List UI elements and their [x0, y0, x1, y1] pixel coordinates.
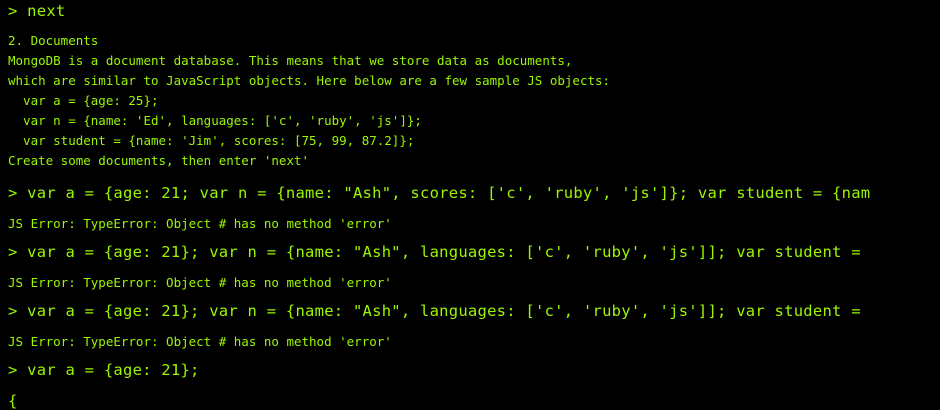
code-sample: var a = {age: 25};	[8, 93, 159, 108]
output-text: MongoDB is a document database. This mea…	[8, 53, 573, 68]
output-heading: 2. Documents	[8, 33, 99, 48]
command-line: > var a = {age: 21}; var n = {name: "Ash…	[8, 302, 861, 320]
error-message: JS Error: TypeError: Object # has no met…	[8, 334, 392, 349]
code-sample: var student = {name: 'Jim', scores: [75,…	[8, 133, 415, 148]
output-text: {	[8, 392, 18, 410]
error-message: JS Error: TypeError: Object # has no met…	[8, 275, 392, 290]
code-sample: var n = {name: 'Ed', languages: ['c', 'r…	[8, 113, 422, 128]
command-line: > var a = {age: 21};	[8, 361, 200, 379]
command-line: > next	[8, 2, 66, 20]
error-message: JS Error: TypeError: Object # has no met…	[8, 216, 392, 231]
command-line: > var a = {age: 21}; var n = {name: "Ash…	[8, 243, 861, 261]
terminal-window[interactable]: > next 2. Documents MongoDB is a documen…	[0, 0, 940, 410]
output-text: which are similar to JavaScript objects.…	[8, 73, 611, 88]
output-text: Create some documents, then enter 'next'	[8, 153, 310, 168]
command-line: > var a = {age: 21; var n = {name: "Ash"…	[8, 184, 871, 202]
